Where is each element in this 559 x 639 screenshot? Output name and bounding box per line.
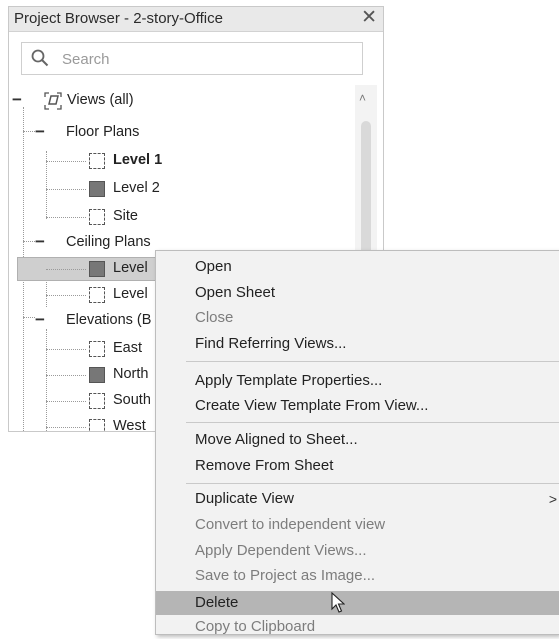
menu-item-create-view-template[interactable]: Create View Template From View... — [156, 394, 559, 418]
menu-item-label: Close — [195, 309, 234, 326]
elevation-view-placed-icon — [89, 367, 105, 383]
menu-item-move-aligned-to-sheet[interactable]: Move Aligned to Sheet... — [156, 428, 559, 452]
close-icon[interactable]: ✕ — [361, 7, 377, 29]
tree-item-level-2[interactable]: Level 2 — [9, 177, 354, 201]
tree-item-level-1[interactable]: Level 1 — [9, 149, 354, 173]
collapse-icon[interactable]: − — [35, 233, 45, 250]
menu-item-apply-template-properties[interactable]: Apply Template Properties... — [156, 369, 559, 393]
tree-label: Ceiling Plans — [66, 234, 151, 250]
collapse-icon[interactable]: − — [35, 311, 45, 328]
tree-item-site[interactable]: Site — [9, 205, 354, 229]
menu-item-save-to-project-as-image: Save to Project as Image... — [156, 564, 559, 588]
panel-title-bar[interactable]: Project Browser - 2-story-Office ✕ — [9, 7, 383, 32]
search-box[interactable] — [21, 42, 363, 75]
tree-label: Level 1 — [113, 152, 163, 168]
menu-item-duplicate-view[interactable]: Duplicate View > — [156, 487, 559, 511]
tree-label: Level — [113, 260, 148, 276]
menu-item-label: Convert to independent view — [195, 516, 386, 533]
tree-label: Level — [113, 286, 148, 302]
scroll-up-icon[interactable]: ˄ — [359, 91, 366, 105]
collapse-icon[interactable]: − — [12, 91, 22, 108]
elevation-view-icon — [89, 341, 105, 357]
menu-item-open-sheet[interactable]: Open Sheet — [156, 281, 559, 305]
menu-item-label: Remove From Sheet — [195, 457, 334, 474]
panel-title: Project Browser - 2-story-Office — [14, 10, 223, 27]
tree-label: Site — [113, 208, 138, 224]
menu-item-open[interactable]: Open — [156, 255, 559, 279]
submenu-arrow-icon: > — [548, 491, 557, 507]
tree-label: East — [113, 340, 143, 356]
menu-item-label: Find Referring Views... — [195, 335, 347, 352]
menu-item-copy-to-clipboard: Copy to Clipboard — [156, 615, 559, 639]
plan-view-icon — [89, 153, 105, 169]
tree-item-floor-plans[interactable]: − Floor Plans — [9, 121, 354, 145]
search-input[interactable] — [60, 46, 354, 72]
plan-view-placed-icon — [89, 181, 105, 197]
tree-label: West — [113, 418, 146, 431]
context-menu: Open Open Sheet Close Find Referring Vie… — [155, 250, 559, 635]
menu-separator — [186, 422, 559, 423]
mouse-pointer-icon — [331, 592, 345, 613]
elevation-view-icon — [89, 393, 105, 409]
menu-item-label: Create View Template From View... — [195, 397, 429, 414]
menu-item-find-referring-views[interactable]: Find Referring Views... — [156, 332, 559, 356]
menu-item-label: Apply Template Properties... — [195, 372, 383, 389]
menu-item-close: Close — [156, 306, 559, 330]
menu-item-convert-to-independent-view: Convert to independent view — [156, 513, 559, 537]
menu-item-delete[interactable]: Delete — [156, 591, 559, 615]
plan-view-icon — [89, 209, 105, 225]
menu-item-label: Apply Dependent Views... — [195, 542, 367, 559]
menu-item-label: Open — [195, 258, 232, 275]
elevation-view-icon — [89, 419, 105, 431]
menu-item-label: Duplicate View — [195, 490, 294, 507]
tree-label: Floor Plans — [66, 124, 140, 140]
tree-label: South — [113, 392, 151, 408]
ceiling-view-placed-icon — [89, 261, 105, 277]
menu-item-apply-dependent-views: Apply Dependent Views... — [156, 539, 559, 563]
tree-item-views-all[interactable]: − Views (all) — [9, 89, 354, 113]
tree-label: Views (all) — [67, 92, 134, 108]
menu-item-label: Open Sheet — [195, 284, 276, 301]
menu-item-label: Delete — [195, 594, 239, 611]
views-icon — [44, 92, 62, 110]
tree-label: Level 2 — [113, 180, 160, 196]
ceiling-view-icon — [89, 287, 105, 303]
menu-item-label: Move Aligned to Sheet... — [195, 431, 358, 448]
menu-item-label: Save to Project as Image... — [195, 567, 376, 584]
collapse-icon[interactable]: − — [35, 123, 45, 140]
menu-separator — [186, 483, 559, 484]
menu-item-remove-from-sheet[interactable]: Remove From Sheet — [156, 454, 559, 478]
menu-item-label: Copy to Clipboard — [195, 618, 316, 635]
search-icon — [31, 49, 49, 67]
tree-label: North — [113, 366, 149, 382]
tree-label: Elevations (B — [66, 312, 152, 328]
menu-separator — [186, 361, 559, 362]
